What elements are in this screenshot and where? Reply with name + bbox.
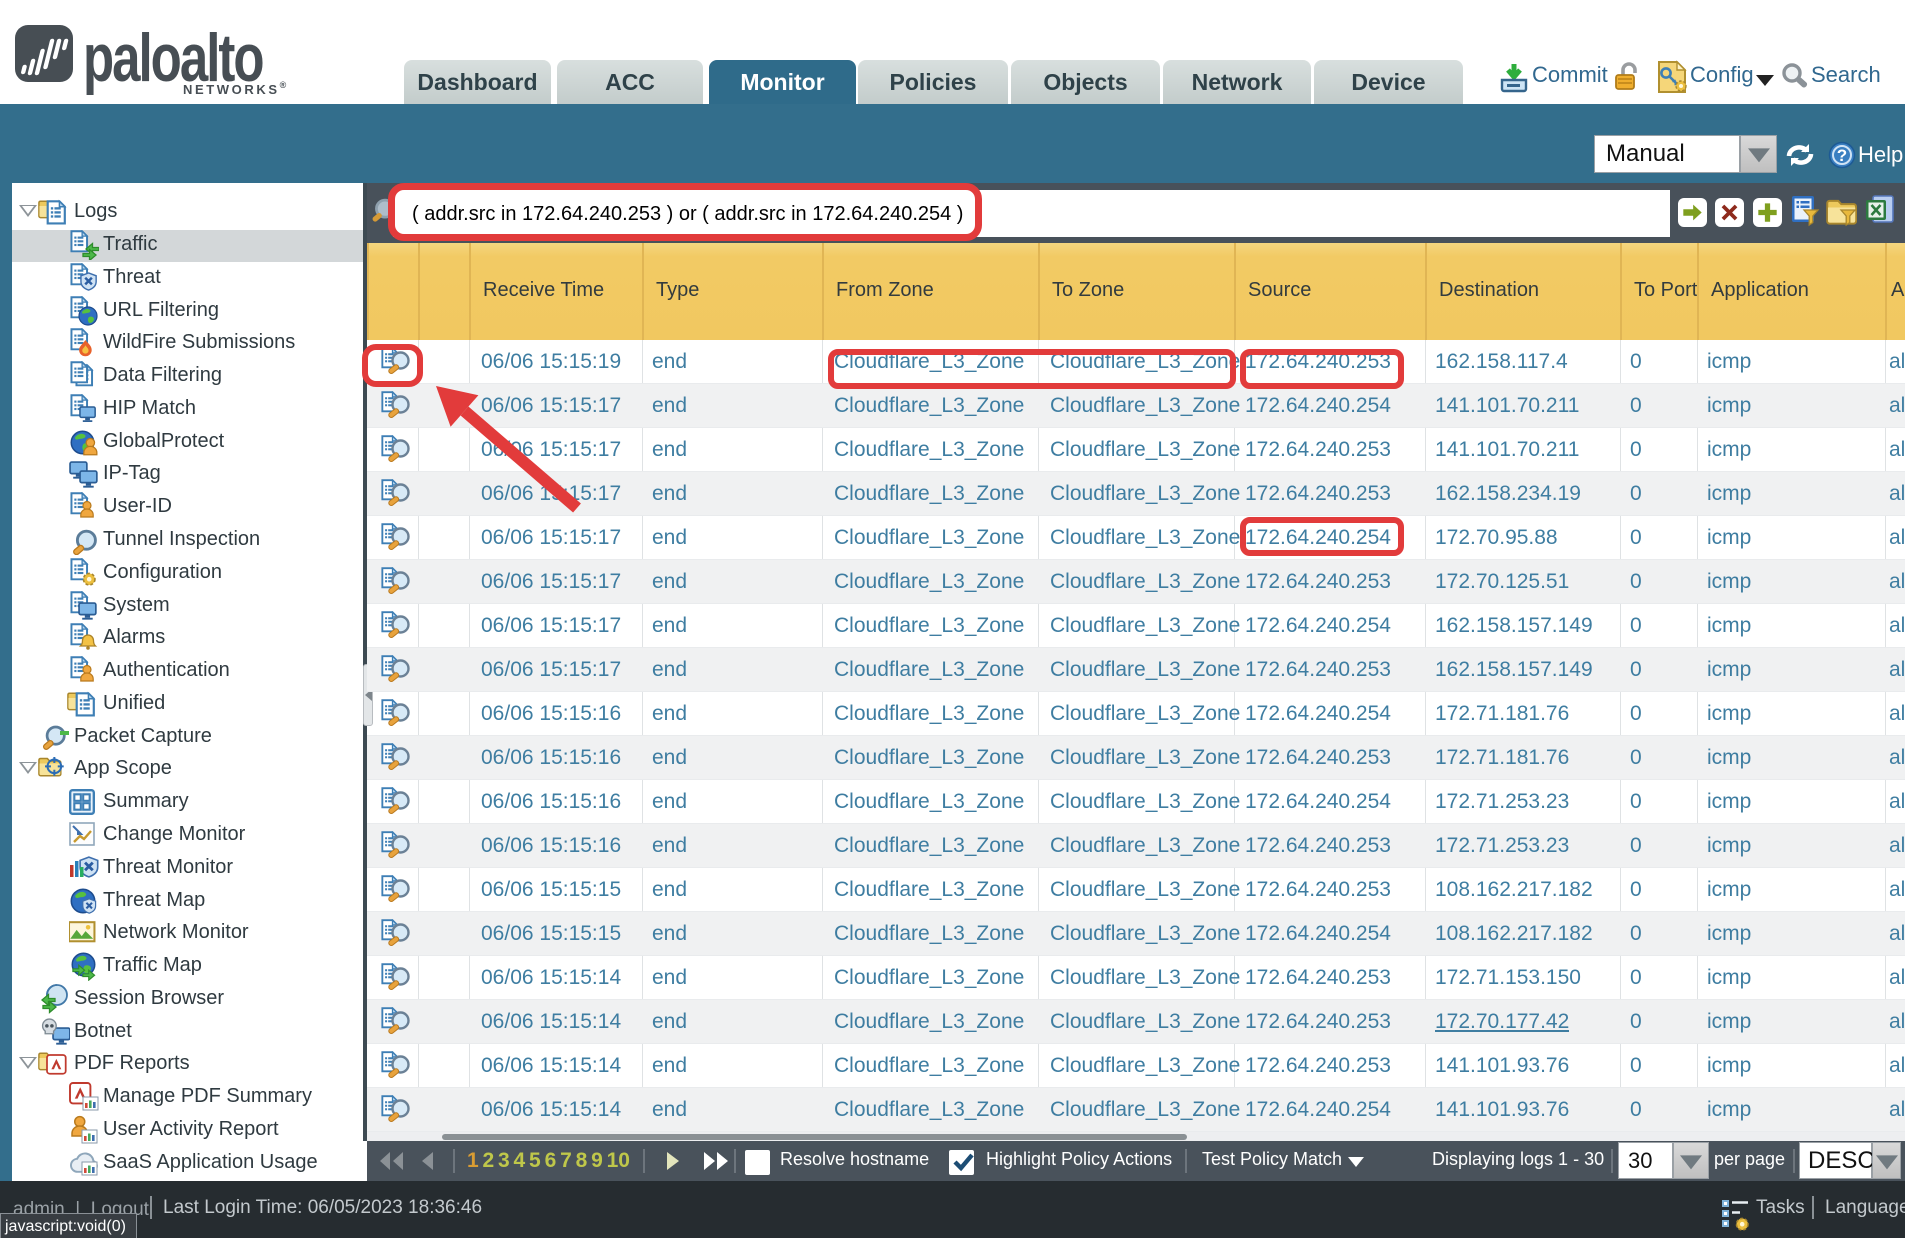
svg-text:?: ?: [1837, 146, 1847, 165]
